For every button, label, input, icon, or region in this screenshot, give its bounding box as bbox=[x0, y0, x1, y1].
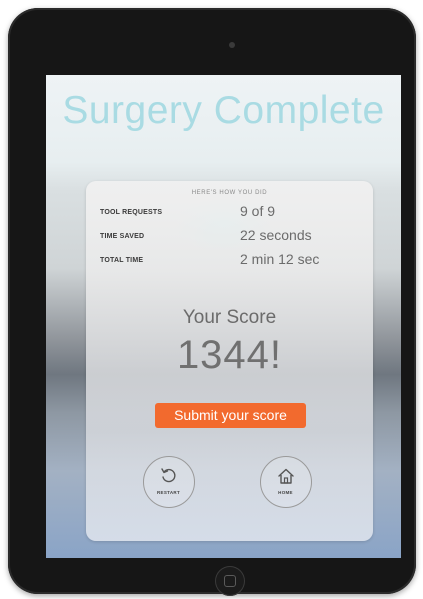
device-home-button[interactable] bbox=[215, 566, 245, 596]
score-label: Your Score bbox=[182, 307, 277, 328]
stat-row-time-saved: TIME SAVED 22 seconds bbox=[100, 227, 360, 247]
stat-row-tool-requests: TOOL REQUESTS 9 of 9 bbox=[100, 203, 360, 223]
app-screen: Surgery Complete HERE'S HOW YOU DID TOOL… bbox=[46, 75, 401, 558]
stat-value: 2 min 12 sec bbox=[240, 251, 320, 267]
stat-label: TOOL REQUESTS bbox=[100, 209, 163, 216]
device-home-square bbox=[224, 575, 236, 587]
stat-label: TIME SAVED bbox=[100, 233, 145, 240]
home-label: HOME bbox=[278, 490, 293, 495]
restart-icon bbox=[161, 468, 176, 483]
home-icon bbox=[278, 468, 294, 484]
front-camera bbox=[229, 42, 235, 48]
stat-label: TOTAL TIME bbox=[100, 257, 144, 264]
page-title: Surgery Complete bbox=[62, 89, 385, 132]
home-button[interactable]: HOME bbox=[260, 456, 312, 508]
tablet-device: Surgery Complete HERE'S HOW YOU DID TOOL… bbox=[8, 8, 416, 596]
results-heading: HERE'S HOW YOU DID bbox=[191, 190, 268, 196]
stat-row-total-time: TOTAL TIME 2 min 12 sec bbox=[100, 251, 360, 271]
restart-button[interactable]: RESTART bbox=[143, 456, 195, 508]
stat-value: 9 of 9 bbox=[240, 203, 276, 219]
stage: Surgery Complete HERE'S HOW YOU DID TOOL… bbox=[0, 0, 423, 599]
restart-label: RESTART bbox=[156, 490, 181, 495]
stat-value: 22 seconds bbox=[240, 227, 312, 243]
results-card: HERE'S HOW YOU DID TOOL REQUESTS 9 of 9 … bbox=[86, 181, 373, 541]
score-value: 1344! bbox=[176, 333, 283, 377]
submit-score-button[interactable]: Submit your score bbox=[155, 403, 306, 428]
